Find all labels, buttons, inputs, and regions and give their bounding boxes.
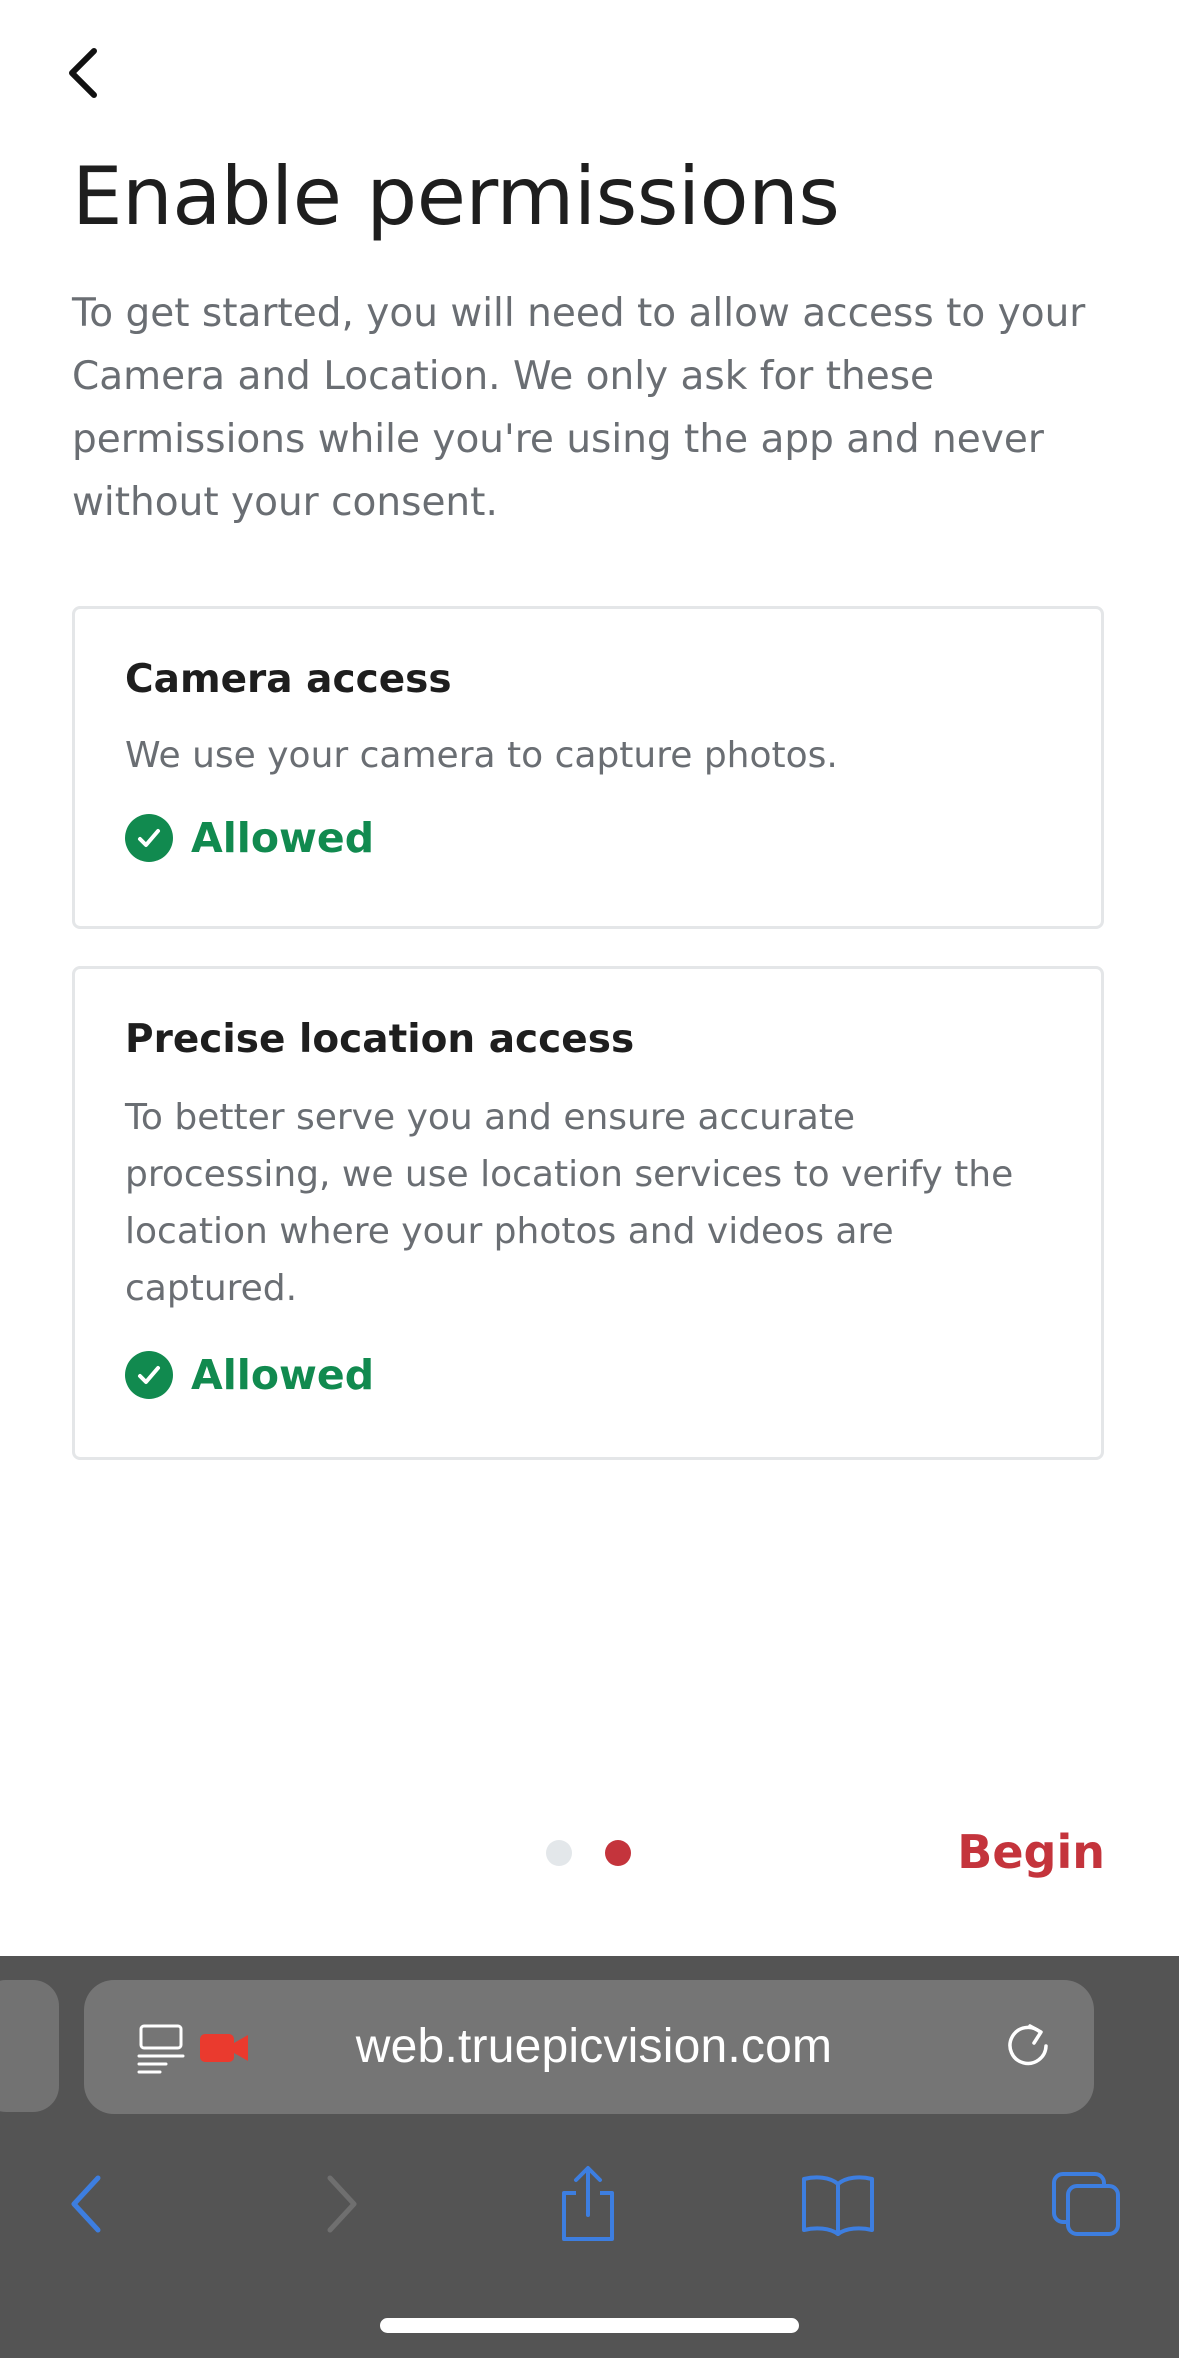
status-label: Allowed	[191, 814, 375, 862]
forward-arrow-icon	[327, 2175, 357, 2233]
back-button[interactable]	[62, 38, 126, 108]
card-description: We use your camera to capture photos.	[125, 735, 838, 776]
intro-text: To get started, you will need to allow a…	[72, 291, 1086, 525]
back-arrow-icon	[71, 2175, 101, 2233]
home-indicator[interactable]	[380, 2318, 799, 2333]
browser-chrome: web.truepicvision.com	[0, 1956, 1179, 2358]
bookmarks-button[interactable]	[788, 2154, 888, 2254]
browser-back-button[interactable]	[36, 2154, 136, 2254]
url-text[interactable]: web.truepicvision.com	[84, 1980, 1094, 2114]
card-title: Camera access	[125, 657, 452, 702]
status-row: Allowed	[125, 814, 1051, 862]
page-indicator	[546, 1840, 664, 1866]
page-title: Enable permissions	[72, 150, 840, 243]
check-circle-icon	[125, 1351, 173, 1399]
share-button[interactable]	[538, 2154, 638, 2254]
page-dot[interactable]	[546, 1840, 572, 1866]
camera-permission-card: Camera access We use your camera to capt…	[72, 606, 1104, 929]
tabs-button[interactable]	[1036, 2154, 1136, 2254]
browser-forward-button[interactable]	[292, 2154, 392, 2254]
chevron-left-icon	[69, 48, 97, 98]
tabs-icon	[1052, 2172, 1120, 2236]
previous-tab-preview[interactable]	[0, 1980, 59, 2112]
location-permission-card: Precise location access To better serve …	[72, 966, 1104, 1460]
status-label: Allowed	[191, 1351, 375, 1399]
check-circle-icon	[125, 814, 173, 862]
share-icon	[562, 2166, 614, 2241]
address-bar[interactable]: web.truepicvision.com	[84, 1980, 1094, 2114]
begin-button[interactable]: Begin	[957, 1822, 1105, 1882]
card-description: To better serve you and ensure accurate …	[125, 1097, 1014, 1309]
reload-icon[interactable]	[1002, 2020, 1054, 2078]
status-row: Allowed	[125, 1351, 1051, 1399]
card-title: Precise location access	[125, 1017, 635, 1062]
page-dot-current[interactable]	[605, 1840, 631, 1866]
bookmarks-icon	[802, 2175, 874, 2236]
